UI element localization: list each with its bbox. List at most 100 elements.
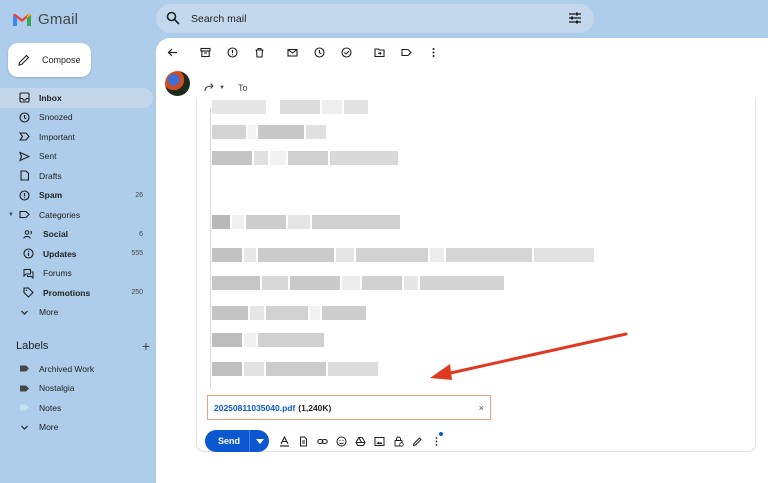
attachment-filename[interactable]: 20250811035040.pdf <box>214 403 295 413</box>
insert-photo-icon[interactable] <box>373 435 385 447</box>
redacted-text <box>212 362 378 376</box>
report-spam-icon[interactable] <box>224 44 240 60</box>
label-item-archived-work[interactable]: Archived Work <box>0 359 153 379</box>
label-icon[interactable] <box>398 44 414 60</box>
send-label: Send <box>217 436 240 446</box>
text-format-icon[interactable] <box>278 435 290 447</box>
sidebar-item-promotions[interactable]: Promotions 250 <box>0 283 153 303</box>
label-name: Notes <box>39 402 62 413</box>
sidebar-item-social[interactable]: Social 6 <box>0 225 153 245</box>
attachment-chip[interactable]: 20250811035040.pdf (1,240K) × <box>207 395 491 420</box>
sidebar-item-label: Forums <box>43 268 72 279</box>
unread-count: 250 <box>131 289 143 297</box>
labels-header: Labels + <box>16 338 150 354</box>
label-item-nostalgia[interactable]: Nostalgia <box>0 379 153 399</box>
sidebar-nav: Inbox Snoozed Important Sent Drafts Spam… <box>0 88 156 322</box>
gmail-logo[interactable]: Gmail <box>12 8 78 30</box>
more-vert-icon[interactable] <box>425 44 441 60</box>
labels-list: Archived Work Nostalgia Notes More <box>0 359 156 437</box>
more-options-icon[interactable] <box>430 432 443 447</box>
sidebar-item-label: Snoozed <box>39 112 73 123</box>
drive-icon[interactable] <box>354 435 366 447</box>
label-tag-icon <box>18 363 30 375</box>
sidebar-item-label: Spam <box>39 190 63 201</box>
search-bar[interactable]: Search mail <box>156 4 594 33</box>
redacted-text <box>212 100 368 114</box>
label-tag-icon <box>18 402 30 414</box>
forward-icon[interactable] <box>204 82 215 94</box>
unread-count: 26 <box>135 191 143 199</box>
attach-file-icon[interactable] <box>297 435 309 447</box>
send-options-icon[interactable] <box>249 430 269 452</box>
send-button[interactable]: Send <box>205 430 269 452</box>
search-icon[interactable] <box>166 11 182 27</box>
sidebar-item-more[interactable]: More <box>0 303 153 323</box>
sidebar-item-spam[interactable]: Spam 26 <box>0 186 153 206</box>
sidebar-item-inbox[interactable]: Inbox <box>0 88 153 108</box>
compose-button[interactable]: Compose <box>8 43 91 77</box>
emoji-icon[interactable] <box>335 435 347 447</box>
search-input[interactable]: Search mail <box>191 13 568 25</box>
caret-down-icon[interactable]: ▼ <box>219 85 225 91</box>
search-options-icon[interactable] <box>568 11 584 27</box>
add-task-icon[interactable] <box>338 44 354 60</box>
to-field-label[interactable]: To <box>238 83 248 93</box>
chevron-down-icon <box>18 421 30 433</box>
gmail-m-icon <box>13 13 31 26</box>
label-icon <box>18 209 30 221</box>
sidebar-item-important[interactable]: Important <box>0 127 153 147</box>
redacted-text <box>212 215 400 229</box>
signature-icon[interactable] <box>411 435 423 447</box>
sidebar-item-label: Social <box>43 229 69 240</box>
delete-icon[interactable] <box>251 44 267 60</box>
app-name: Gmail <box>38 10 79 28</box>
sidebar-item-label: Sent <box>39 151 57 162</box>
redacted-text <box>212 248 594 262</box>
chevron-down-icon <box>18 306 30 318</box>
sidebar-item-label: Promotions <box>43 287 91 298</box>
snooze-icon[interactable] <box>311 44 327 60</box>
redacted-text <box>212 333 324 347</box>
redacted-text <box>212 276 504 290</box>
label-item-more[interactable]: More <box>0 418 153 438</box>
formatting-icons <box>278 432 449 447</box>
sidebar-item-updates[interactable]: Updates 555 <box>0 244 153 264</box>
important-icon <box>18 131 30 143</box>
message-toolbar <box>164 44 452 60</box>
quoted-text-divider <box>210 108 211 388</box>
label-tag-icon <box>18 382 30 394</box>
label-item-notes[interactable]: Notes <box>0 398 153 418</box>
main-panel: ▼ To 20250811035040.pdf (1,240K) × Send <box>156 38 768 483</box>
redacted-text <box>212 151 398 165</box>
sidebar-item-label: More <box>39 307 59 318</box>
back-arrow-icon[interactable] <box>164 44 180 60</box>
sidebar-item-label: Updates <box>43 248 77 259</box>
archive-icon[interactable] <box>197 44 213 60</box>
label-name: Nostalgia <box>39 383 75 394</box>
sidebar-item-categories[interactable]: ▼ Categories <box>0 205 153 225</box>
sidebar-item-drafts[interactable]: Drafts <box>0 166 153 186</box>
compose-bottom-toolbar: Send <box>205 430 449 452</box>
sidebar-item-sent[interactable]: Sent <box>0 147 153 167</box>
redacted-text <box>212 125 326 139</box>
move-to-icon[interactable] <box>371 44 387 60</box>
spam-icon <box>18 189 30 201</box>
pencil-icon <box>18 54 30 66</box>
draft-icon <box>18 170 30 182</box>
sender-avatar[interactable] <box>165 71 190 96</box>
sidebar-item-forums[interactable]: Forums <box>0 264 153 284</box>
mark-unread-icon[interactable] <box>284 44 300 60</box>
inbox-icon <box>18 92 30 104</box>
forum-icon <box>22 267 34 279</box>
sidebar-item-label: Important <box>39 131 75 142</box>
labels-heading: Labels <box>16 340 49 352</box>
redacted-text <box>212 306 366 320</box>
unread-count: 555 <box>131 250 143 258</box>
confidential-mode-icon[interactable] <box>392 435 404 447</box>
label-name: More <box>39 422 59 433</box>
caret-down-icon[interactable]: ▼ <box>8 212 16 218</box>
sidebar-item-snoozed[interactable]: Snoozed <box>0 108 153 128</box>
insert-link-icon[interactable] <box>316 435 328 447</box>
add-label-button[interactable]: + <box>142 338 150 354</box>
remove-attachment-button[interactable]: × <box>479 403 484 413</box>
